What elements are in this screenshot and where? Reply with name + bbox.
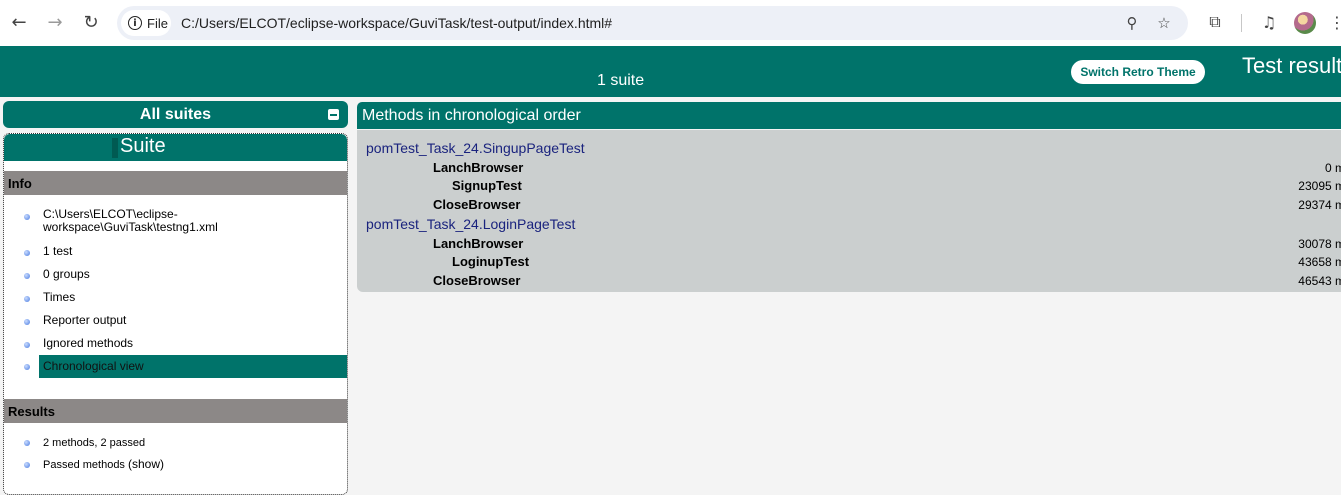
method-time: 46543 ms: [1298, 274, 1341, 288]
suite-panel: Suite Info C:\Users\ELCOT\eclipse- works…: [3, 133, 348, 495]
profile-avatar[interactable]: [1294, 12, 1316, 34]
suite-header[interactable]: Suite: [4, 134, 347, 161]
all-suites-bar[interactable]: All suites: [3, 101, 348, 128]
passed-methods-item: Passed methods (show): [24, 457, 347, 472]
collapse-icon[interactable]: [328, 109, 339, 120]
reporter-output-label: Reporter output: [43, 313, 127, 327]
groups-link[interactable]: 0 groups: [24, 267, 347, 281]
url-text[interactable]: C:/Users/ELCOT/eclipse-workspace/GuviTas…: [181, 15, 612, 31]
bullet-icon: [24, 250, 30, 256]
address-bar[interactable]: i File C:/Users/ELCOT/eclipse-workspace/…: [117, 6, 1188, 40]
bullet-icon: [24, 462, 30, 468]
times-label: Times: [43, 290, 76, 304]
back-arrow-icon[interactable]: ←: [8, 11, 30, 33]
info-heading: Info: [8, 176, 32, 191]
bullet-icon: [24, 440, 30, 446]
bullet-icon: [24, 214, 30, 220]
method-name: CloseBrowser: [433, 273, 521, 288]
method-time: 0 ms: [1324, 161, 1341, 175]
suite-marker: [112, 138, 118, 158]
site-info-label: File: [147, 15, 168, 31]
method-name: CloseBrowser: [433, 197, 521, 212]
media-control-icon[interactable]: ♫: [1258, 11, 1280, 33]
groups-label: 0 groups: [43, 267, 90, 281]
suite-name: Suite: [120, 135, 166, 157]
method-time: 29374 ms: [1298, 198, 1341, 212]
chronological-view-label: Chronological view: [43, 359, 144, 373]
suite-count: 1 suite: [597, 72, 645, 89]
method-name: SignupTest: [452, 178, 522, 193]
results-section-header: Results: [4, 399, 347, 423]
method-time: 43658 ms: [1298, 255, 1341, 269]
tests-link[interactable]: 1 test: [24, 244, 347, 258]
tests-label: 1 test: [43, 244, 73, 258]
method-time: 23095 ms: [1298, 179, 1341, 193]
method-name: LanchBrowser: [433, 160, 524, 175]
class-name-signup: pomTest_Task_24.SingupPageTest: [366, 140, 585, 156]
results-summary-label: 2 methods, 2 passed: [43, 437, 146, 449]
methods-header: Methods in chronological order: [357, 102, 1341, 129]
toolbar-divider: [1241, 14, 1242, 32]
results-summary: 2 methods, 2 passed: [24, 437, 347, 450]
bookmark-star-icon[interactable]: ☆: [1155, 14, 1173, 32]
extensions-icon[interactable]: ⧉: [1204, 11, 1226, 33]
bullet-icon: [24, 296, 30, 302]
show-passed-link[interactable]: (show): [128, 457, 164, 471]
info-icon: i: [128, 16, 142, 30]
testng-xml-link[interactable]: C:\Users\ELCOT\eclipse- workspace\GuviTa…: [24, 208, 347, 234]
bullet-icon: [24, 319, 30, 325]
report-header: 1 suite Switch Retro Theme Test results: [0, 46, 1341, 97]
results-heading: Results: [8, 404, 55, 419]
class-name-login: pomTest_Task_24.LoginPageTest: [366, 216, 576, 232]
methods-heading: Methods in chronological order: [362, 107, 581, 124]
passed-methods-label: Passed methods: [43, 459, 125, 471]
times-link[interactable]: Times: [24, 290, 347, 304]
method-name: LanchBrowser: [433, 236, 524, 251]
ignored-methods-link[interactable]: Ignored methods: [24, 336, 347, 350]
bullet-icon: [24, 273, 30, 279]
reload-icon[interactable]: ↻: [80, 11, 102, 33]
bullet-icon: [24, 342, 30, 348]
bullet-icon: [24, 364, 30, 370]
forward-arrow-icon[interactable]: →: [44, 11, 66, 33]
all-suites-label: All suites: [139, 106, 212, 123]
ignored-methods-label: Ignored methods: [43, 336, 134, 350]
chronological-view-link[interactable]: Chronological view: [24, 355, 347, 378]
browser-toolbar: ← → ↻ i File C:/Users/ELCOT/eclipse-work…: [0, 0, 1341, 46]
page-title: Test results: [1242, 53, 1341, 78]
menu-dots-icon[interactable]: ⋮: [1326, 11, 1341, 33]
methods-panel: pomTest_Task_24.SingupPageTest LanchBrow…: [357, 130, 1341, 292]
switch-theme-button[interactable]: Switch Retro Theme: [1071, 60, 1205, 84]
site-info-chip[interactable]: i File: [121, 10, 171, 36]
xml-path-line2: workspace\GuviTask\testng1.xml: [43, 220, 218, 234]
method-name: LoginupTest: [452, 254, 530, 269]
info-section-header: Info: [4, 171, 347, 195]
reporter-output-link[interactable]: Reporter output: [24, 313, 347, 327]
zoom-icon[interactable]: ⚲: [1123, 14, 1141, 32]
method-time: 30078 ms: [1298, 237, 1341, 251]
